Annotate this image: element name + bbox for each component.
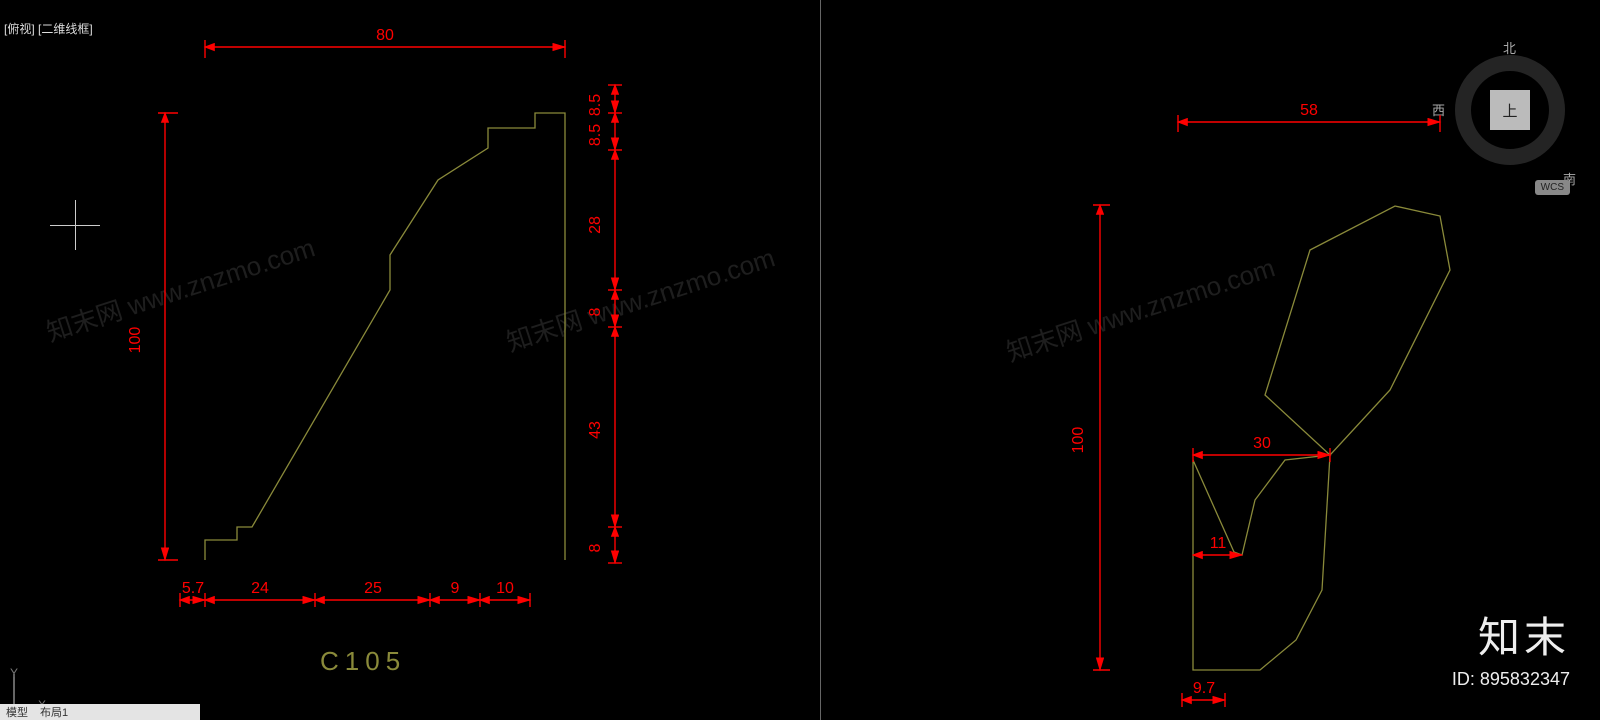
status-bar[interactable]: 模型 布局1 <box>0 704 200 720</box>
tab-layout1[interactable]: 布局1 <box>40 704 68 720</box>
brand-id: ID: 895832347 <box>1452 669 1570 690</box>
svg-text:25: 25 <box>364 580 382 597</box>
dim-left-100: 100 <box>127 327 144 354</box>
svg-text:43: 43 <box>587 421 604 439</box>
svg-text:28: 28 <box>587 216 604 234</box>
dim-bottom-right: 9.7 <box>1193 680 1215 697</box>
svg-text:9: 9 <box>451 580 460 597</box>
dim-right-stack: 8.5 8.5 28 8 43 8 <box>587 85 622 563</box>
dim-bottom-chain: 5.7 24 25 9 10 <box>180 580 530 607</box>
svg-text:8: 8 <box>587 307 604 316</box>
cad-canvas[interactable]: 80 100 8.5 8.5 28 8 43 8 5.7 24 25 9 <box>0 0 1600 720</box>
svg-text:5.7: 5.7 <box>182 580 204 597</box>
svg-text:8: 8 <box>587 543 604 552</box>
dim-inner-30: 30 <box>1253 435 1271 452</box>
svg-text:24: 24 <box>251 580 269 597</box>
dim-top-left: 80 <box>376 27 394 44</box>
dim-inner-11: 11 <box>1210 535 1227 552</box>
svg-text:8.5: 8.5 <box>587 94 604 116</box>
brand-name: 知末 <box>1452 604 1570 665</box>
svg-text:10: 10 <box>496 580 514 597</box>
dim-right-100: 100 <box>1070 427 1087 454</box>
svg-text:8.5: 8.5 <box>587 124 604 146</box>
profile-right[interactable] <box>1193 206 1450 670</box>
brand-watermark: 知末 ID: 895832347 <box>1452 604 1570 690</box>
tab-model[interactable]: 模型 <box>6 704 28 720</box>
profile-left[interactable] <box>205 113 565 560</box>
dim-top-right: 58 <box>1300 102 1318 119</box>
part-label-left: C105 <box>320 646 406 676</box>
